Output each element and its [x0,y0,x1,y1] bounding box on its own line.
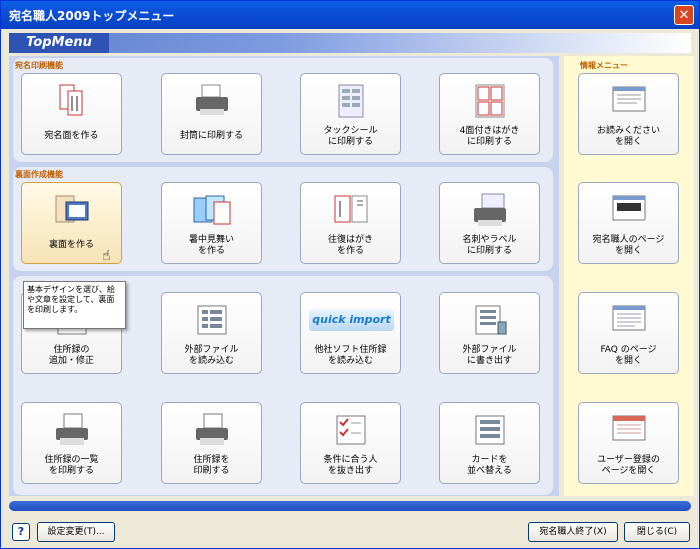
create-summer-greeting-button[interactable]: 暑中見舞い を作る [161,182,262,264]
readme-icon [612,86,646,112]
open-atena-page-button[interactable]: 宛名職人のページ を開く [578,182,679,264]
info-section-title: 情報メニュー [580,61,628,70]
print-tack-seal-button[interactable]: タックシール に印刷する [300,73,401,155]
print-four-face-label: 4面付きはがき に印刷する [459,126,520,147]
print-business-card-label: 名刺やラベル に印刷する [462,235,517,256]
sort-cards-label: カードを 並べ替える [467,455,512,476]
business-card-icon [474,193,506,226]
printer-envelope-icon [196,84,228,115]
quit-button[interactable]: 宛名職人終了(X) [528,522,618,542]
create-address-side-button[interactable]: 宛名面を作る [21,73,122,155]
create-reply-postcard-button[interactable]: 往復はがき を作る [300,182,401,264]
postcard-icon [59,84,83,116]
print-envelope-label: 封筒に印刷する [179,131,243,141]
topmenu-banner: TopMenu [9,33,691,53]
tooltip: 基本デザインを選び、絵や文章を設定して、裏面を印刷します。 [23,281,126,329]
window-title: 宛名職人2009トップメニュー [9,9,175,23]
open-atena-page-label: 宛名職人のページ を開く [592,235,665,256]
web-page-icon [612,195,646,221]
card-design-icon [55,195,89,223]
back-section-title: 裏面作成機能 [15,170,63,179]
faq-icon [612,305,646,331]
summer-card-icon [193,195,231,225]
create-address-side-label: 宛名面を作る [44,131,99,141]
print-address-book-button[interactable]: 住所録を 印刷する [161,402,262,484]
print-address-icon [196,413,228,445]
import-other-software-label: 他社ソフト住所録 を読み込む [314,345,387,366]
print-section-title: 宛名印刷機能 [15,61,63,70]
open-user-registration-label: ユーザー登録の ページを開く [597,455,660,476]
hand-cursor-icon: ☝ [102,248,111,264]
export-file-icon [475,305,507,335]
print-address-book-label: 住所録を 印刷する [193,455,230,476]
open-readme-button[interactable]: お読みください を開く [578,73,679,155]
registration-icon [612,415,646,441]
print-business-card-button[interactable]: 名刺やラベル に印刷する [439,182,540,264]
reply-card-icon [334,195,368,223]
print-tack-seal-label: タックシール に印刷する [323,126,378,147]
export-external-file-button[interactable]: 外部ファイル に書き出す [439,292,540,374]
title-bar: 宛名職人2009トップメニュー ✕ [1,1,699,29]
status-bar [9,501,691,511]
filter-icon [336,415,366,445]
settings-button[interactable]: 設定変更(T)... [37,522,115,542]
footer-bar: ? 設定変更(T)... 宛名職人終了(X) 閉じる(C) [1,515,699,549]
print-address-list-label: 住所録の一覧 を印刷する [44,455,99,476]
close-window-button[interactable]: ✕ [674,5,694,25]
open-faq-label: FAQ のページ を開く [600,345,657,366]
extract-matching-label: 条件に合う人 を抜き出す [323,455,378,476]
import-external-file-label: 外部ファイル を読み込む [184,345,239,366]
label-sheet-icon [338,84,364,118]
import-other-software-button[interactable]: quick import 他社ソフト住所録 を読み込む [300,292,401,374]
main-window: 宛名職人2009トップメニュー ✕ TopMenu 宛名印刷機能 裏面作成機能 … [0,0,700,549]
create-reply-postcard-label: 往復はがき を作る [327,235,373,256]
banner-title: TopMenu [9,33,109,53]
import-external-file-button[interactable]: 外部ファイル を読み込む [161,292,262,374]
open-faq-button[interactable]: FAQ のページ を開く [578,292,679,374]
open-readme-label: お読みください を開く [596,126,660,147]
help-button[interactable]: ? [12,523,30,541]
address-add-edit-label: 住所録の 追加・修正 [48,345,94,366]
quick-import-icon: quick import [309,309,394,331]
print-address-list-button[interactable]: 住所録の一覧 を印刷する [21,402,122,484]
import-file-icon [197,305,227,335]
create-summer-greeting-label: 暑中見舞い を作る [188,235,234,256]
print-four-face-button[interactable]: 4面付きはがき に印刷する [439,73,540,155]
sort-cards-button[interactable]: カードを 並べ替える [439,402,540,484]
export-external-file-label: 外部ファイル に書き出す [462,345,517,366]
print-list-icon [56,413,88,445]
open-user-registration-button[interactable]: ユーザー登録の ページを開く [578,402,679,484]
close-button[interactable]: 閉じる(C) [624,522,690,542]
four-postcard-icon [475,84,505,118]
sort-icon [475,415,505,445]
print-envelope-button[interactable]: 封筒に印刷する [161,73,262,155]
extract-matching-button[interactable]: 条件に合う人 を抜き出す [300,402,401,484]
